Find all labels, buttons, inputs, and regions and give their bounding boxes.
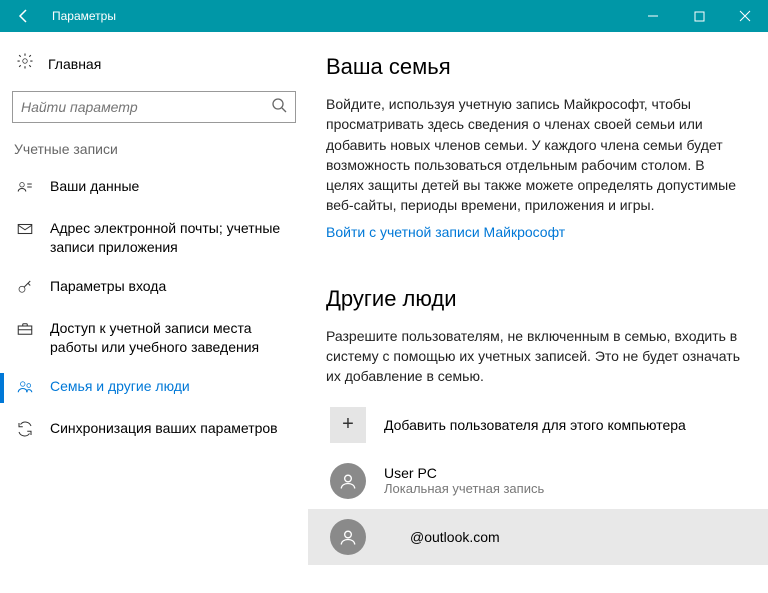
person-card-icon: [16, 178, 34, 199]
window-title: Параметры: [48, 9, 630, 23]
search-input[interactable]: [21, 99, 271, 115]
main-panel: Ваша семья Войдите, используя учетную за…: [308, 32, 768, 593]
family-heading: Ваша семья: [326, 54, 744, 80]
home-label: Главная: [48, 56, 101, 72]
user-name: @outlook.com: [384, 529, 500, 545]
back-button[interactable]: [0, 0, 48, 32]
family-description: Войдите, используя учетную запись Майкро…: [326, 94, 744, 216]
mail-icon: [16, 220, 34, 241]
maximize-button[interactable]: [676, 0, 722, 32]
nav-family-other[interactable]: Семья и другие люди: [10, 367, 298, 409]
nav-signin-options[interactable]: Параметры входа: [10, 267, 298, 309]
add-user-button[interactable]: + Добавить пользователя для этого компью…: [326, 397, 744, 453]
minimize-button[interactable]: [630, 0, 676, 32]
search-box[interactable]: [12, 91, 296, 123]
avatar-icon: [330, 463, 366, 499]
sign-in-link[interactable]: Войти с учетной записи Майкрософт: [326, 224, 565, 240]
titlebar: Параметры: [0, 0, 768, 32]
nav-list: Ваши данные Адрес электронной почты; уче…: [10, 167, 298, 451]
gear-icon: [16, 52, 34, 75]
close-button[interactable]: [722, 0, 768, 32]
others-heading: Другие люди: [326, 286, 744, 312]
key-icon: [16, 278, 34, 299]
sidebar: Главная Учетные записи Ваши данные Адрес…: [0, 32, 308, 593]
section-header: Учетные записи: [10, 141, 298, 167]
plus-icon: +: [330, 407, 366, 443]
user-item-outlook[interactable]: @outlook.com: [308, 509, 768, 565]
nav-work-school[interactable]: Доступ к учетной записи места работы или…: [10, 309, 298, 367]
home-link[interactable]: Главная: [10, 48, 298, 87]
briefcase-icon: [16, 320, 34, 341]
nav-sync[interactable]: Синхронизация ваших параметров: [10, 409, 298, 451]
nav-your-info[interactable]: Ваши данные: [10, 167, 298, 209]
search-icon: [271, 97, 287, 118]
others-description: Разрешите пользователям, не включенным в…: [326, 326, 744, 387]
avatar-icon: [330, 519, 366, 555]
user-item-local[interactable]: User PC Локальная учетная запись: [326, 453, 744, 509]
sync-icon: [16, 420, 34, 441]
user-subtitle: Локальная учетная запись: [384, 481, 544, 496]
nav-email-accounts[interactable]: Адрес электронной почты; учетные записи …: [10, 209, 298, 267]
people-icon: [16, 378, 34, 399]
user-name: User PC: [384, 465, 544, 481]
